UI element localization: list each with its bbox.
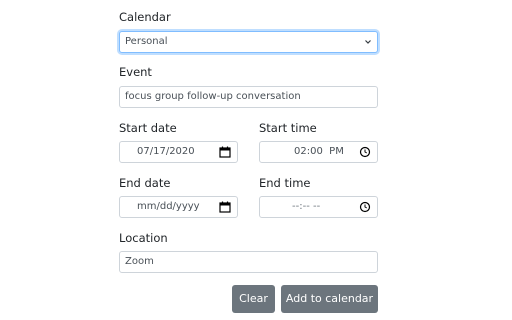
clock-icon[interactable] (359, 146, 371, 158)
clock-icon[interactable] (359, 201, 371, 213)
start-date-input[interactable]: 07/17/2020 (119, 141, 238, 163)
location-label: Location (119, 231, 168, 245)
calendar-label: Calendar (119, 10, 171, 24)
calendar-select-value: Personal (125, 36, 168, 47)
location-input[interactable]: Zoom (119, 251, 378, 273)
chevron-down-icon (365, 40, 371, 44)
calendar-icon[interactable] (219, 201, 231, 213)
calendar-icon[interactable] (219, 146, 231, 158)
location-input-value: Zoom (125, 256, 154, 267)
start-date-label: Start date (119, 121, 177, 135)
event-label: Event (119, 65, 152, 79)
start-time-input[interactable]: 02:00 PM (259, 141, 378, 163)
end-date-input[interactable]: mm/dd/yyyy (119, 196, 238, 218)
clear-button[interactable]: Clear (232, 285, 275, 313)
end-time-value: --:-- -- (292, 201, 321, 212)
event-input[interactable]: focus group follow-up conversation (119, 86, 378, 108)
start-time-value: 02:00 PM (294, 146, 344, 157)
end-time-input[interactable]: --:-- -- (259, 196, 378, 218)
event-input-value: focus group follow-up conversation (125, 91, 301, 102)
calendar-select[interactable]: Personal (119, 31, 378, 53)
end-time-label: End time (259, 176, 311, 190)
start-time-label: Start time (259, 121, 317, 135)
add-to-calendar-button[interactable]: Add to calendar (281, 285, 378, 313)
end-date-label: End date (119, 176, 171, 190)
start-date-value: 07/17/2020 (137, 146, 195, 157)
end-date-value: mm/dd/yyyy (137, 201, 200, 212)
